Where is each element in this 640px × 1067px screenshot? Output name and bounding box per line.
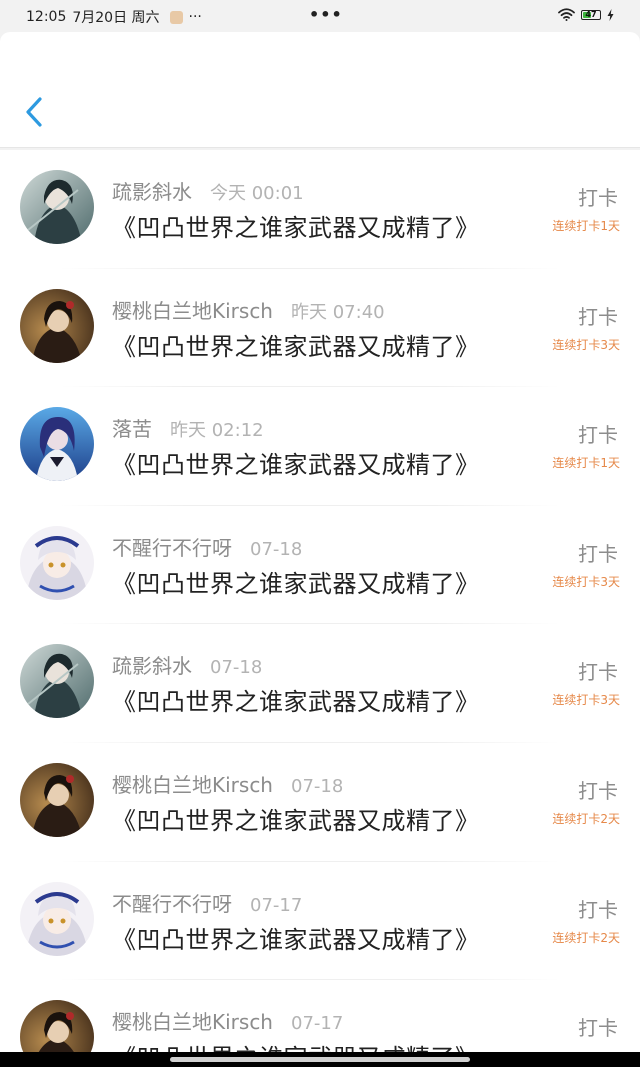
page-header (0, 32, 640, 148)
checkin-list: 疏影斜水 今天 00:01 《凹凸世界之谁家武器又成精了》 打卡 连续打卡1天 樱… (0, 150, 640, 1052)
item-type: 打卡 (578, 897, 618, 922)
list-item[interactable]: 不醒行不行呀 07-17 《凹凸世界之谁家武器又成精了》 打卡 连续打卡2天 (0, 862, 640, 981)
item-username[interactable]: 樱桃白兰地Kirsch 07-18 (112, 769, 343, 798)
username-text[interactable]: 疏影斜水 (112, 654, 192, 678)
system-nav-bar (0, 1052, 640, 1067)
item-username[interactable]: 不醒行不行呀 07-17 (112, 888, 302, 917)
status-bar: 12:05 7月20日 周六 ··· ••• 47 (0, 0, 640, 32)
item-streak: 连续打卡1天 (552, 219, 620, 233)
item-username[interactable]: 疏影斜水 07-18 (112, 650, 262, 679)
item-streak: 连续打卡1天 (552, 456, 620, 471)
battery-icon: 47 (581, 9, 601, 20)
item-book-title[interactable]: 《凹凸世界之谁家武器又成精了》 (112, 445, 480, 480)
item-username[interactable]: 樱桃白兰地Kirsch 昨天 07:40 (112, 295, 385, 324)
item-type: 打卡 (578, 186, 618, 210)
status-date: 7月20日 周六 (72, 10, 160, 26)
charging-icon (607, 8, 614, 21)
item-book-title[interactable]: 《凹凸世界之谁家武器又成精了》 (112, 1038, 480, 1052)
item-time: 昨天 07:40 (291, 301, 385, 323)
item-streak: 连续打卡3天 (552, 574, 620, 589)
home-indicator[interactable] (170, 1057, 470, 1062)
item-streak: 连续打卡2天 (552, 930, 620, 945)
username-text[interactable]: 落苦 (112, 417, 152, 441)
list-item[interactable]: 樱桃白兰地Kirsch 07-17 《凹凸世界之谁家武器又成精了》 打卡 (0, 980, 640, 1052)
username-text[interactable]: 樱桃白兰地Kirsch (112, 773, 273, 797)
wifi-icon (558, 8, 575, 21)
item-username[interactable]: 不醒行不行呀 07-18 (112, 532, 302, 561)
multitask-dots[interactable]: ••• (309, 5, 343, 24)
list-item[interactable]: 不醒行不行呀 07-18 《凹凸世界之谁家武器又成精了》 打卡 连续打卡3天 (0, 506, 640, 625)
item-book-title[interactable]: 《凹凸世界之谁家武器又成精了》 (112, 327, 480, 362)
list-item[interactable]: 疏影斜水 07-18 《凹凸世界之谁家武器又成精了》 打卡 连续打卡3天 (0, 624, 640, 743)
item-time: 今天 00:01 (210, 183, 304, 204)
item-type: 打卡 (578, 660, 618, 685)
status-left: 12:05 7月20日 周六 ··· (26, 7, 202, 27)
status-more: ··· (188, 9, 202, 25)
item-book-title[interactable]: 《凹凸世界之谁家武器又成精了》 (112, 208, 480, 243)
item-type: 打卡 (578, 304, 618, 329)
item-type: 打卡 (578, 541, 618, 566)
item-streak: 连续打卡3天 (552, 337, 620, 352)
item-streak: 连续打卡2天 (552, 811, 620, 826)
avatar[interactable] (20, 525, 94, 600)
item-time: 07-17 (250, 894, 303, 916)
back-chevron-icon[interactable] (20, 92, 50, 132)
battery-level: 47 (585, 10, 597, 19)
item-time: 07-18 (210, 657, 263, 679)
item-book-title[interactable]: 《凹凸世界之谁家武器又成精了》 (112, 682, 480, 717)
item-time: 昨天 02:12 (170, 420, 264, 442)
app-notification-icon (169, 10, 183, 24)
list-item[interactable]: 樱桃白兰地Kirsch 07-18 《凹凸世界之谁家武器又成精了》 打卡 连续打卡… (0, 743, 640, 862)
list-item[interactable]: 樱桃白兰地Kirsch 昨天 07:40 《凹凸世界之谁家武器又成精了》 打卡 连… (0, 269, 640, 388)
avatar[interactable] (20, 407, 94, 482)
status-right: 47 (558, 8, 614, 21)
item-username[interactable]: 落苦 昨天 02:12 (112, 413, 264, 442)
avatar[interactable] (20, 644, 94, 719)
username-text[interactable]: 疏影斜水 (112, 180, 192, 204)
avatar[interactable] (20, 1000, 94, 1052)
item-username[interactable]: 樱桃白兰地Kirsch 07-17 (112, 1006, 343, 1035)
item-book-title[interactable]: 《凹凸世界之谁家武器又成精了》 (112, 920, 480, 955)
username-text[interactable]: 不醒行不行呀 (112, 892, 232, 916)
item-streak: 连续打卡3天 (552, 693, 620, 708)
item-type: 打卡 (578, 1016, 618, 1041)
username-text[interactable]: 樱桃白兰地Kirsch (112, 1010, 273, 1034)
item-time: 07-17 (291, 1013, 344, 1035)
username-text[interactable]: 樱桃白兰地Kirsch (112, 299, 273, 323)
item-type: 打卡 (578, 778, 618, 803)
item-time: 07-18 (250, 538, 303, 560)
item-type: 打卡 (578, 423, 618, 448)
status-time: 12:05 (26, 9, 67, 25)
item-time: 07-18 (291, 775, 344, 797)
avatar[interactable] (20, 170, 94, 244)
list-item[interactable]: 疏影斜水 今天 00:01 《凹凸世界之谁家武器又成精了》 打卡 连续打卡1天 (0, 150, 640, 269)
item-username[interactable]: 疏影斜水 今天 00:01 (112, 176, 304, 205)
item-book-title[interactable]: 《凹凸世界之谁家武器又成精了》 (112, 801, 480, 836)
item-book-title[interactable]: 《凹凸世界之谁家武器又成精了》 (112, 564, 480, 599)
avatar[interactable] (20, 881, 94, 956)
avatar[interactable] (20, 762, 94, 837)
list-item[interactable]: 落苦 昨天 02:12 《凹凸世界之谁家武器又成精了》 打卡 连续打卡1天 (0, 387, 640, 506)
username-text[interactable]: 不醒行不行呀 (112, 536, 232, 560)
avatar[interactable] (20, 288, 94, 363)
